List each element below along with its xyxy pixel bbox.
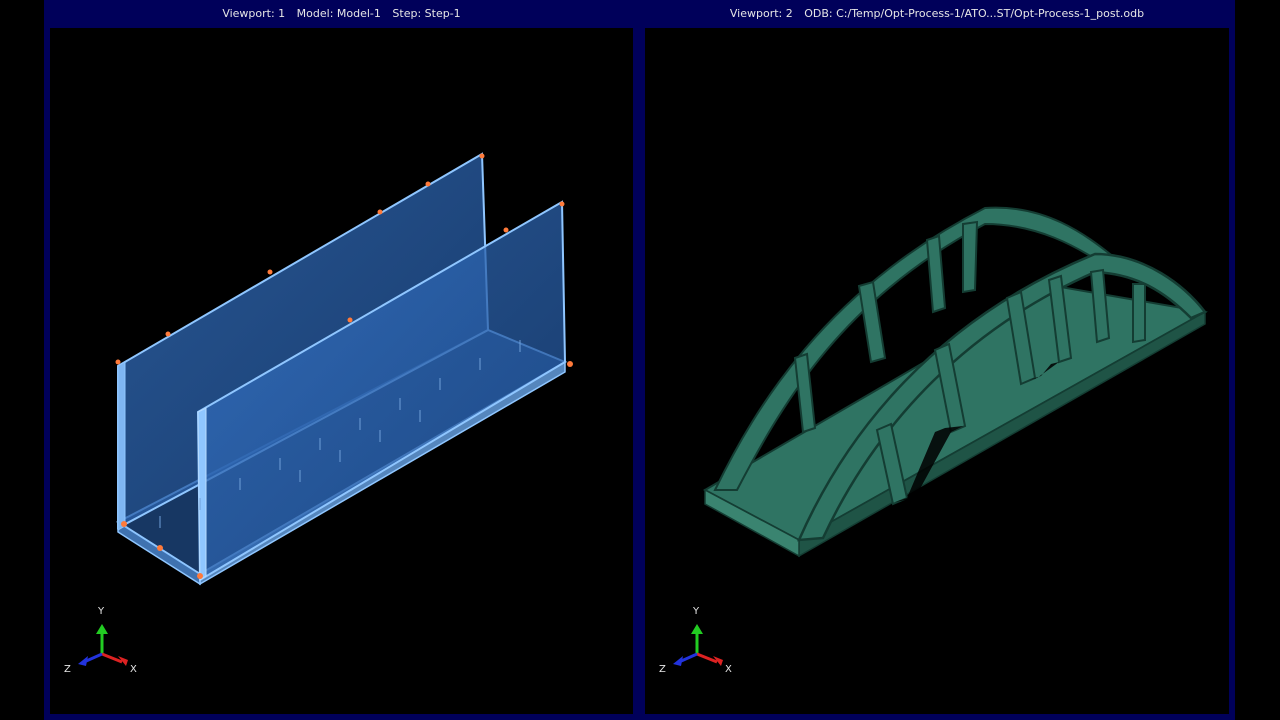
axis-triad-2: Y X Z bbox=[657, 604, 747, 684]
viewport-2[interactable]: Viewport: 2 ODB: C:/Temp/Opt-Process-1/A… bbox=[639, 0, 1235, 720]
viewport-1-canvas[interactable]: Y X Z bbox=[50, 28, 633, 714]
axis-label-y: Y bbox=[693, 606, 700, 617]
viewport-2-border-bottom bbox=[639, 714, 1235, 720]
axis-label-x: X bbox=[725, 664, 732, 675]
viewport-1-label: Viewport: 1 bbox=[222, 7, 286, 20]
axis-triad-1-graphic bbox=[78, 624, 128, 666]
viewport-2-odb-path: ODB: C:/Temp/Opt-Process-1/ATO...ST/Opt-… bbox=[804, 7, 1145, 20]
viewport-1-titlebar[interactable]: Viewport: 1 Model: Model-1 Step: Step-1 bbox=[44, 0, 639, 28]
front-wall-thickness bbox=[197, 407, 207, 581]
back-wall-thickness bbox=[117, 361, 126, 531]
axis-label-y: Y bbox=[98, 606, 105, 617]
axis-label-x: X bbox=[130, 664, 137, 675]
viewport-2-canvas[interactable]: Y X Z bbox=[645, 28, 1229, 714]
viewport-1-model: Model: Model-1 bbox=[296, 7, 381, 20]
axis-triad-1: Y X Z bbox=[62, 604, 152, 684]
viewport-1-border-bottom bbox=[44, 714, 639, 720]
viewport-2-label: Viewport: 2 bbox=[729, 7, 793, 20]
axis-triad-2-graphic bbox=[673, 624, 723, 666]
viewport-2-titlebar[interactable]: Viewport: 2 ODB: C:/Temp/Opt-Process-1/A… bbox=[639, 0, 1235, 28]
viewport-2-border-right bbox=[1229, 28, 1235, 720]
axis-label-z: Z bbox=[64, 664, 71, 675]
viewport-1[interactable]: Viewport: 1 Model: Model-1 Step: Step-1 bbox=[44, 0, 639, 720]
axis-label-z: Z bbox=[659, 664, 666, 675]
viewport-1-step: Step: Step-1 bbox=[392, 7, 461, 20]
